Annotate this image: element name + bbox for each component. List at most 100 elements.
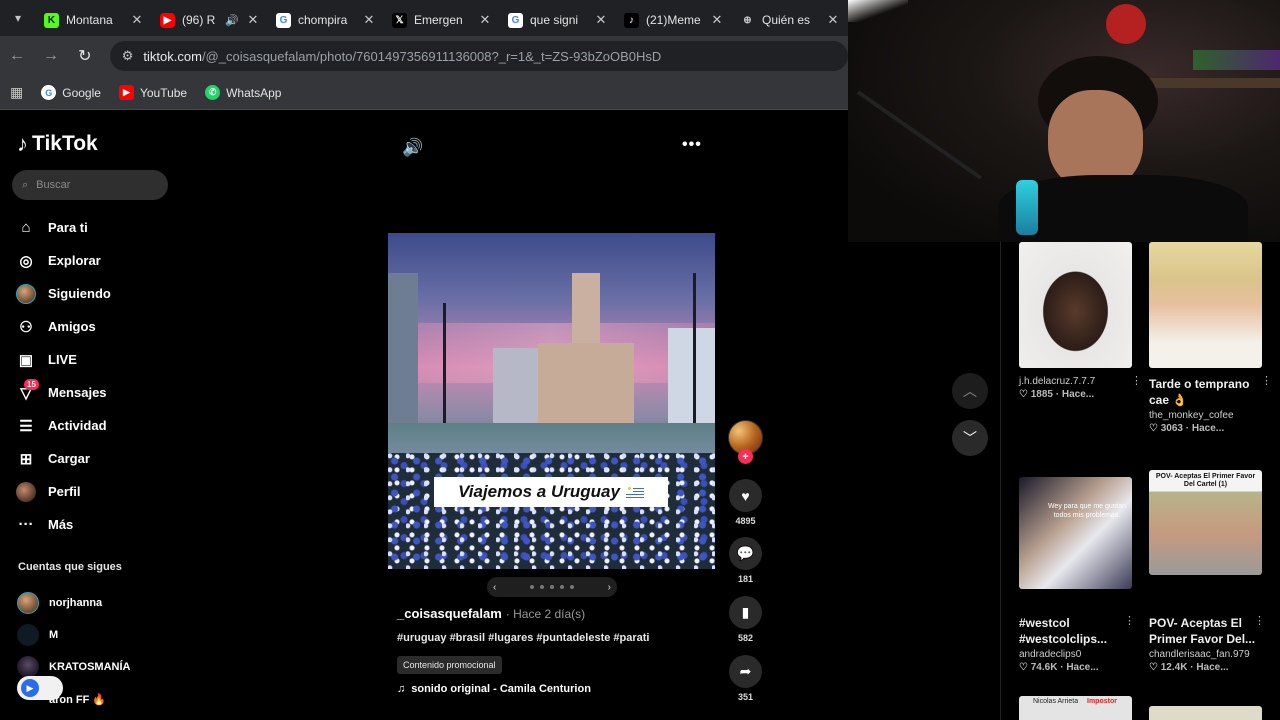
bookmark-youtube[interactable]: ▶ YouTube — [118, 85, 187, 100]
share-action[interactable]: ➦ 351 — [729, 655, 762, 702]
more-options-icon[interactable]: ••• — [682, 136, 702, 154]
nav-item-perfil[interactable]: Perfil — [16, 475, 111, 508]
like-action[interactable]: ♥ 4895 — [729, 479, 762, 526]
comment-icon: 💬 — [729, 537, 762, 570]
pager-dot[interactable] — [550, 585, 554, 589]
recommendation-card[interactable]: POV- Aceptas El Primer Favor Del Cartel … — [1149, 470, 1262, 673]
pager-dot[interactable] — [540, 585, 544, 589]
youtube-icon: ▶ — [118, 85, 134, 100]
nav-item-mensajes[interactable]: ▽ 15 Mensajes — [16, 376, 111, 409]
search-input[interactable]: ⌕ Buscar — [12, 170, 168, 200]
recommendation-card[interactable]: Wey para que me gustan todos mis problem… — [1019, 477, 1132, 673]
close-icon[interactable]: ✕ — [478, 12, 492, 28]
browser-tab[interactable]: G chompira ✕ — [268, 5, 384, 35]
bookmark-whatsapp[interactable]: ✆ WhatsApp — [205, 85, 281, 100]
chevron-left-icon[interactable]: ‹ — [493, 582, 496, 593]
browser-tab[interactable]: 𝕏 Emergen ✕ — [384, 5, 500, 35]
reload-icon[interactable]: ↻ — [68, 39, 102, 73]
recommendation-card[interactable]: ⋮ Tarde o temprano cae 👌 the_monkey_cofe… — [1149, 242, 1272, 434]
chevron-right-icon[interactable]: › — [608, 582, 611, 593]
close-icon[interactable]: ✕ — [246, 12, 260, 28]
close-icon[interactable]: ✕ — [710, 12, 724, 28]
url-path: /@_coisasquefalam/photo/7601497356911136… — [201, 48, 662, 64]
nav-item-amigos[interactable]: ⚇ Amigos — [16, 310, 111, 343]
card-stat-text: 12.4K · Hace... — [1160, 662, 1229, 673]
url-text: tiktok.com/@_coisasquefalam/photo/760149… — [143, 49, 661, 64]
kick-icon: K — [44, 12, 59, 28]
bookmark-label: WhatsApp — [226, 85, 282, 100]
post-sound[interactable]: ♫ sonido original - Camila Centurion — [397, 683, 591, 695]
close-icon[interactable]: ✕ — [594, 12, 608, 28]
tiktok-note-icon: ♪ — [17, 131, 28, 156]
chevron-down-icon[interactable]: ﹀ — [952, 420, 988, 456]
comment-action[interactable]: 💬 181 — [729, 537, 762, 584]
close-icon[interactable]: ✕ — [826, 12, 840, 28]
search-placeholder: Buscar — [36, 179, 71, 191]
close-icon[interactable]: ✕ — [130, 12, 144, 28]
main-nav: ⌂ Para ti ◎ Explorar Siguiendo ⚇ Amigos … — [16, 211, 111, 541]
nav-item-siguiendo[interactable]: Siguiendo — [16, 277, 111, 310]
pager-dot[interactable] — [570, 585, 574, 589]
tiktok-logo[interactable]: ♪ TikTok — [17, 131, 98, 157]
save-action[interactable]: ▮ 582 — [729, 596, 762, 643]
compass-icon: ◎ — [19, 252, 33, 270]
nav-item-mas[interactable]: ··· Más — [16, 508, 111, 541]
nav-label: Siguiendo — [48, 286, 111, 301]
video-thumbnail[interactable] — [1149, 706, 1262, 720]
url-field[interactable]: ⚙ tiktok.com/@_coisasquefalam/photo/7601… — [109, 41, 849, 71]
browser-tab[interactable]: ⊕ Quién es ✕ — [732, 5, 848, 35]
globe-icon: ⊕ — [743, 14, 752, 26]
site-info-icon[interactable]: ⚙ — [122, 48, 134, 64]
more-vertical-icon[interactable]: ⋮ — [1124, 614, 1135, 627]
nav-item-actividad[interactable]: ☰ Actividad — [16, 409, 111, 442]
author-name[interactable]: _coisasquefalam — [397, 606, 502, 621]
tab-search-button[interactable]: ▾ — [0, 0, 36, 36]
browser-tab-strip: ▾ K Montana ✕ ▶ (96) R 🔊 ✕ G chompira ✕ … — [0, 0, 848, 36]
share-count: 351 — [737, 692, 754, 702]
spiderman-figure — [1106, 4, 1146, 44]
photo-overlay-text: Viajemos a Uruguay — [434, 477, 668, 507]
browser-tab[interactable]: G que signi ✕ — [500, 5, 616, 35]
card-stat: ♡ 74.6K · Hace... — [1019, 662, 1099, 673]
nav-item-live[interactable]: ▣ LIVE — [16, 343, 111, 376]
like-count: 4895 — [735, 516, 756, 526]
chevron-up-icon[interactable]: ︿ — [952, 373, 988, 409]
browser-tab[interactable]: ♪ (21)Meme ✕ — [616, 5, 732, 35]
activity-icon: ☰ — [19, 417, 33, 435]
follow-plus-icon[interactable]: + — [738, 449, 753, 464]
more-vertical-icon[interactable]: ⋮ — [1261, 374, 1272, 387]
back-arrow-icon[interactable]: ← — [0, 39, 34, 73]
nav-item-para-ti[interactable]: ⌂ Para ti — [16, 211, 111, 244]
recommendation-card[interactable]: ⋮ j.h.delacruz.7.7.7 ♡ 1885 · Hace... — [1019, 242, 1142, 400]
following-account[interactable]: norjhanna — [17, 587, 130, 619]
thumbnail-tag: Impostor — [1087, 698, 1117, 705]
close-icon[interactable]: ✕ — [362, 12, 376, 28]
bookmark-google[interactable]: G Google — [41, 85, 101, 100]
column-divider — [1000, 242, 1001, 720]
promo-badge: Contenido promocional — [397, 656, 502, 674]
overlay-text: Viajemos a Uruguay — [458, 482, 620, 501]
uruguay-flag-icon — [625, 486, 644, 498]
browser-tab[interactable]: ▶ (96) R 🔊 ✕ — [152, 5, 268, 35]
more-vertical-icon[interactable]: ⋮ — [1131, 374, 1142, 387]
nav-item-explorar[interactable]: ◎ Explorar — [16, 244, 111, 277]
browser-tab[interactable]: K Montana ✕ — [36, 5, 152, 35]
pager-dot[interactable] — [530, 585, 534, 589]
comment-count: 181 — [737, 574, 754, 584]
volume-icon[interactable]: 🔊 — [402, 138, 423, 158]
apps-grid-icon[interactable]: ▦ — [10, 84, 23, 101]
forward-arrow-icon[interactable]: → — [34, 39, 68, 73]
light-flare — [848, 0, 908, 22]
overlay-toggle[interactable]: ▶ — [17, 676, 63, 700]
speaker-icon[interactable]: 🔊 — [225, 14, 239, 27]
video-thumbnail[interactable]: Nicolas Arrieta Impostor — [1019, 696, 1132, 720]
following-account[interactable]: M — [17, 619, 130, 651]
post-hashtags[interactable]: #uruguay #brasil #lugares #puntadeleste … — [397, 632, 649, 644]
x-icon: 𝕏 — [392, 12, 407, 28]
pager-dot[interactable] — [560, 585, 564, 589]
post-photo[interactable] — [388, 233, 715, 569]
nav-item-cargar[interactable]: ⊞ Cargar — [16, 442, 111, 475]
youtube-icon: ▶ — [160, 12, 175, 28]
messages-icon: ▽ 15 — [16, 378, 39, 403]
more-vertical-icon[interactable]: ⋮ — [1254, 614, 1265, 627]
